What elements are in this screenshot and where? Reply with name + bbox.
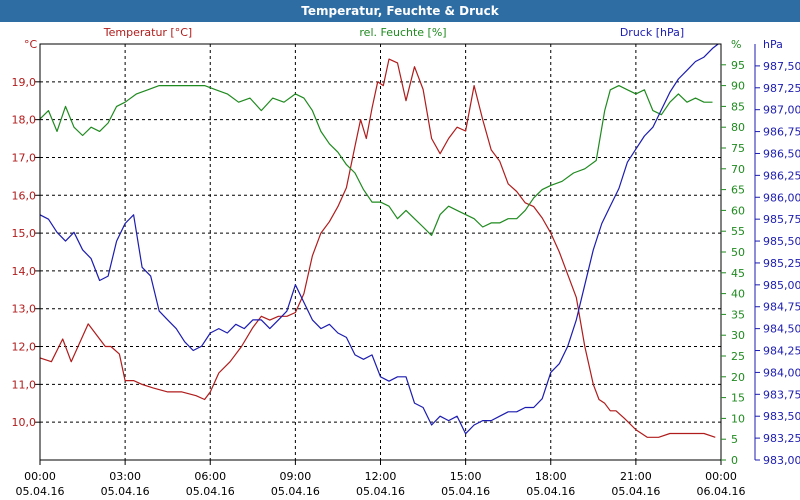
temperature-tick-label: 14,0 — [12, 265, 37, 278]
temperature-unit-label: °C — [24, 38, 38, 51]
temperature-tick-label: 19,0 — [12, 76, 37, 89]
humidity-tick-label: 20 — [731, 371, 745, 384]
pressure-axis-label: Druck [hPa] — [620, 26, 684, 39]
pressure-tick-label: 985,50 — [763, 235, 800, 248]
temperature-tick-label: 11,0 — [12, 378, 37, 391]
pressure-tick-label: 986,75 — [763, 126, 800, 139]
x-tick-label-date: 05.04.16 — [271, 485, 320, 498]
humidity-tick-label: 60 — [731, 204, 745, 217]
series-line-temperature — [39, 58, 716, 438]
temperature-tick-label: 15,0 — [12, 227, 37, 240]
humidity-tick-label: 75 — [731, 142, 745, 155]
x-tick-label-date: 05.04.16 — [101, 485, 150, 498]
humidity-tick-label: 25 — [731, 350, 745, 363]
temperature-tick-label: 18,0 — [12, 114, 37, 127]
humidity-tick-label: 85 — [731, 100, 745, 113]
series-line-humidity — [39, 84, 713, 236]
humidity-tick-label: 45 — [731, 267, 745, 280]
temperature-tick-label: 17,0 — [12, 151, 37, 164]
pressure-tick-label: 984,50 — [763, 323, 800, 336]
humidity-tick-label: 0 — [731, 454, 738, 467]
humidity-tick-label: 40 — [731, 288, 745, 301]
x-tick-label-time: 06:00 — [194, 470, 226, 483]
temperature-axis-label: Temperatur [°C] — [103, 26, 192, 39]
x-tick-label-date: 05.04.16 — [356, 485, 405, 498]
x-tick-label-time: 18:00 — [535, 470, 567, 483]
humidity-axis-label: rel. Feuchte [%] — [359, 26, 446, 39]
pressure-tick-label: 983,75 — [763, 388, 800, 401]
humidity-tick-label: 90 — [731, 80, 745, 93]
grid — [40, 44, 721, 460]
pressure-tick-label: 983,50 — [763, 410, 800, 423]
series-line-pressure — [39, 43, 719, 435]
humidity-tick-label: 50 — [731, 246, 745, 259]
x-tick-label-date: 05.04.16 — [526, 485, 575, 498]
series-layer — [39, 43, 719, 438]
temperature-tick-label: 12,0 — [12, 341, 37, 354]
pressure-unit-label: hPa — [763, 38, 783, 51]
x-tick-label-time: 15:00 — [450, 470, 482, 483]
humidity-tick-label: 65 — [731, 184, 745, 197]
humidity-tick-label: 80 — [731, 121, 745, 134]
pressure-tick-label: 987,50 — [763, 60, 800, 73]
x-tick-label-date: 05.04.16 — [186, 485, 235, 498]
x-tick-label-time: 21:00 — [620, 470, 652, 483]
pressure-tick-label: 984,25 — [763, 345, 800, 358]
pressure-tick-label: 985,00 — [763, 279, 800, 292]
x-tick-label-date: 05.04.16 — [441, 485, 490, 498]
pressure-tick-label: 985,75 — [763, 213, 800, 226]
humidity-tick-label: 95 — [731, 59, 745, 72]
humidity-unit-label: % — [731, 38, 741, 51]
pressure-tick-label: 986,50 — [763, 147, 800, 160]
x-tick-label-date: 05.04.16 — [16, 485, 65, 498]
chart: 00:00 05.04.16 03:00 05.04.16 06:00 05.04.16 0… — [12, 26, 800, 498]
temperature-tick-label: 16,0 — [12, 189, 37, 202]
x-tick-label-date: 05.04.16 — [611, 485, 660, 498]
humidity-tick-label: 55 — [731, 225, 745, 238]
humidity-tick-label: 30 — [731, 329, 745, 342]
pressure-tick-label: 987,25 — [763, 82, 800, 95]
humidity-tick-label: 35 — [731, 308, 745, 321]
pressure-tick-label: 987,00 — [763, 104, 800, 117]
pressure-tick-label: 986,25 — [763, 169, 800, 182]
temperature-tick-label: 13,0 — [12, 303, 37, 316]
x-tick-label-time: 12:00 — [365, 470, 397, 483]
x-tick-label-time: 03:00 — [109, 470, 141, 483]
humidity-tick-label: 10 — [731, 412, 745, 425]
pressure-tick-label: 984,00 — [763, 366, 800, 379]
pressure-tick-label: 983,00 — [763, 454, 800, 467]
pressure-tick-label: 984,75 — [763, 301, 800, 314]
x-tick-label-time: 09:00 — [280, 470, 312, 483]
temperature-tick-label: 10,0 — [12, 416, 37, 429]
pressure-tick-label: 983,25 — [763, 432, 800, 445]
pressure-tick-label: 986,00 — [763, 191, 800, 204]
x-tick-label-date: 06.04.16 — [697, 485, 746, 498]
humidity-tick-label: 70 — [731, 163, 745, 176]
pressure-tick-label: 985,25 — [763, 257, 800, 270]
x-tick-label-time: 00:00 — [705, 470, 737, 483]
humidity-tick-label: 15 — [731, 392, 745, 405]
x-tick-label-time: 00:00 — [24, 470, 56, 483]
humidity-tick-label: 5 — [731, 433, 738, 446]
